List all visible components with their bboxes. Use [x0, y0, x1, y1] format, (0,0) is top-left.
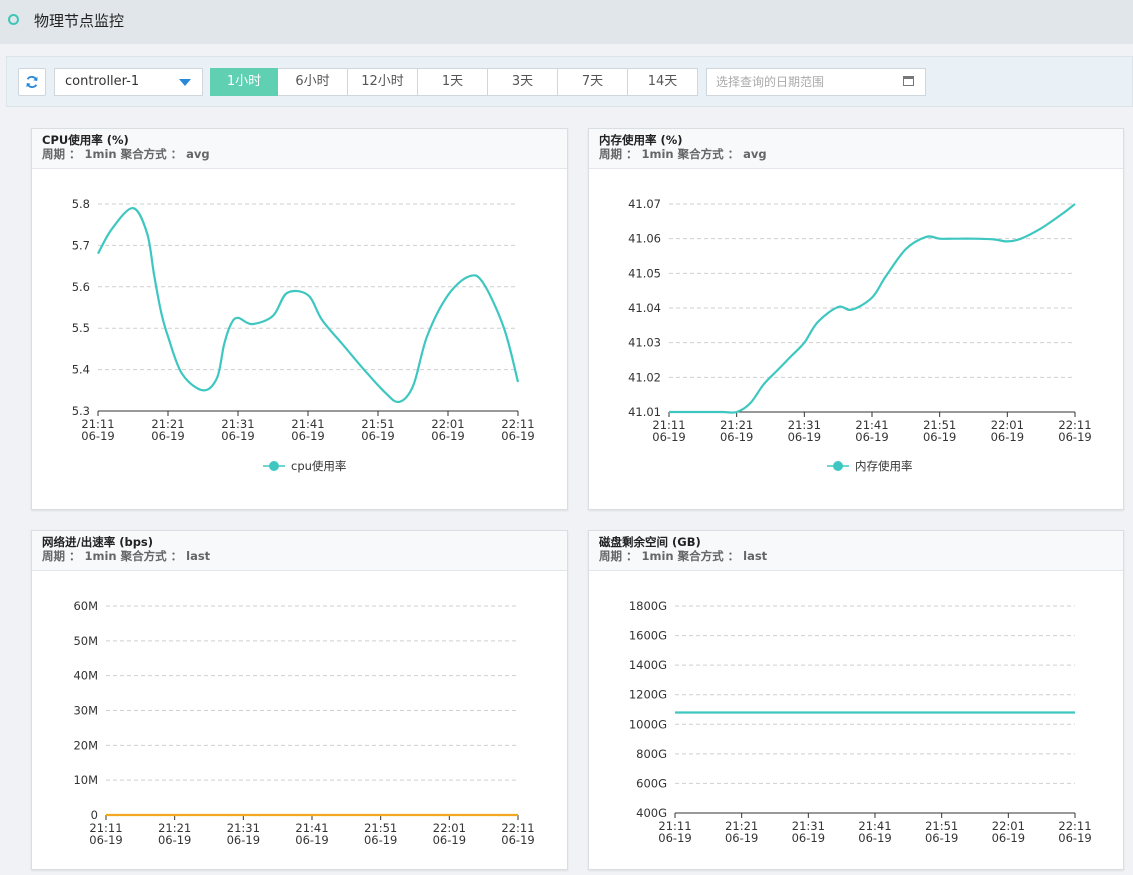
- y-tick-label: 1200G: [629, 688, 667, 702]
- y-tick-label: 10M: [73, 773, 98, 787]
- y-tick-label: 60M: [73, 599, 98, 613]
- y-tick-label: 41.06: [628, 232, 661, 246]
- calendar-icon[interactable]: [903, 76, 914, 86]
- x-tick-date: 06-19: [1058, 831, 1091, 845]
- cpu-usage-panel: CPU使用率 (%) 周期 ： 1min 聚合方式 ： avg 5.3 5.4 5.…: [31, 128, 568, 510]
- x-tick-date: 06-19: [433, 833, 466, 847]
- node-select-value: controller-1: [65, 74, 140, 89]
- y-tick-label: 5.3: [72, 404, 90, 418]
- legend-marker[interactable]: [269, 461, 279, 471]
- y-tick-label: 20M: [73, 738, 98, 752]
- y-tick-label: 1400G: [629, 658, 667, 672]
- chevron-down-icon: [179, 79, 191, 86]
- y-tick-label: 5.8: [72, 197, 90, 211]
- series-line: [97, 207, 520, 404]
- y-tick-label: 41.02: [628, 370, 661, 384]
- x-tick-date: 06-19: [501, 833, 534, 847]
- panel-title: 内存使用率 (%): [599, 133, 683, 147]
- x-tick-date: 06-19: [792, 831, 825, 845]
- x-tick-date: 06-19: [291, 429, 324, 443]
- page-title: 物理节点监控: [34, 12, 125, 30]
- cpu-usage-chart: 5.35.45.55.65.75.821:1106-1921:2106-1921…: [72, 197, 535, 473]
- x-tick-date: 06-19: [158, 833, 191, 847]
- y-tick-label: 5.7: [72, 238, 90, 252]
- filter-toolbar: controller-1 1小时 6小时 12小时 1天 3天 7天 14天 选…: [6, 56, 1133, 107]
- x-tick-date: 06-19: [923, 430, 956, 444]
- y-tick-label: 0: [91, 808, 98, 822]
- x-tick-date: 06-19: [658, 831, 691, 845]
- network-rate-chart: 010M20M30M40M50M60M21:1106-1921:2106-192…: [73, 599, 534, 847]
- date-range-placeholder: 选择查询的日期范围: [716, 75, 825, 89]
- x-tick-date: 06-19: [81, 429, 114, 443]
- legend-label[interactable]: 内存使用率: [855, 459, 913, 473]
- x-tick-date: 06-19: [788, 430, 821, 444]
- panel-title: CPU使用率 (%): [42, 133, 129, 147]
- legend-label[interactable]: cpu使用率: [291, 459, 346, 473]
- memory-usage-chart: 41.0141.0241.0341.0441.0541.0641.0721:11…: [628, 197, 1092, 473]
- panel-title: 磁盘剩余空间 (GB): [599, 535, 701, 549]
- x-tick-date: 06-19: [725, 831, 758, 845]
- y-tick-label: 41.07: [628, 197, 661, 211]
- y-tick-label: 1800G: [629, 599, 667, 613]
- legend-marker[interactable]: [833, 461, 843, 471]
- x-tick-date: 06-19: [501, 429, 534, 443]
- x-tick-date: 06-19: [364, 833, 397, 847]
- y-tick-label: 41.05: [628, 266, 661, 280]
- memory-usage-panel: 内存使用率 (%) 周期 ： 1min 聚合方式 ： avg 41.01 41.0…: [588, 128, 1124, 510]
- y-tick-label: 30M: [73, 704, 98, 718]
- refresh-button[interactable]: [18, 68, 46, 96]
- y-tick-label: 1000G: [629, 717, 667, 731]
- x-tick-date: 06-19: [431, 429, 464, 443]
- range-button-1d[interactable]: 1天: [418, 68, 488, 96]
- y-tick-label: 50M: [73, 634, 98, 648]
- range-button-3d[interactable]: 3天: [488, 68, 558, 96]
- y-tick-label: 5.4: [72, 363, 90, 377]
- y-tick-label: 400G: [636, 806, 667, 820]
- x-tick-date: 06-19: [858, 831, 891, 845]
- y-tick-label: 41.01: [628, 405, 661, 419]
- x-tick-date: 06-19: [151, 429, 184, 443]
- x-tick-date: 06-19: [652, 430, 685, 444]
- y-tick-label: 5.6: [72, 280, 90, 294]
- x-tick-date: 06-19: [1058, 430, 1091, 444]
- y-tick-label: 5.5: [72, 321, 90, 335]
- x-tick-date: 06-19: [361, 429, 394, 443]
- panel-title: 网络进/出速率 (bps): [42, 535, 154, 549]
- y-tick-label: 1600G: [629, 629, 667, 643]
- x-tick-date: 06-19: [720, 430, 753, 444]
- refresh-icon: [26, 76, 38, 88]
- y-tick-label: 800G: [636, 747, 667, 761]
- time-range-group: 1小时 6小时 12小时 1天 3天 7天 14天: [210, 68, 698, 96]
- x-tick-date: 06-19: [295, 833, 328, 847]
- page-header: 物理节点监控: [0, 0, 1133, 44]
- panel-subtitle: 周期 ： 1min 聚合方式 ： last: [599, 549, 768, 563]
- range-button-12h[interactable]: 12小时: [348, 68, 418, 96]
- x-tick-date: 06-19: [925, 831, 958, 845]
- panel-subtitle: 周期 ： 1min 聚合方式 ： last: [42, 549, 211, 563]
- x-tick-date: 06-19: [992, 831, 1025, 845]
- disk-free-panel: 磁盘剩余空间 (GB) 周期 ： 1min 聚合方式 ： last 400G 60…: [588, 530, 1124, 870]
- y-tick-label: 41.03: [628, 336, 661, 350]
- x-tick-date: 06-19: [855, 430, 888, 444]
- x-tick-date: 06-19: [227, 833, 260, 847]
- x-tick-date: 06-19: [89, 833, 122, 847]
- range-button-1h[interactable]: 1小时: [210, 68, 278, 96]
- date-range-input[interactable]: 选择查询的日期范围: [706, 68, 926, 96]
- range-button-7d[interactable]: 7天: [558, 68, 628, 96]
- x-tick-date: 06-19: [221, 429, 254, 443]
- network-rate-panel: 网络进/出速率 (bps) 周期 ： 1min 聚合方式 ： last 0 10M…: [31, 530, 568, 870]
- range-button-14d[interactable]: 14天: [628, 68, 698, 96]
- panel-subtitle: 周期 ： 1min 聚合方式 ： avg: [42, 147, 210, 161]
- range-button-6h[interactable]: 6小时: [278, 68, 348, 96]
- y-tick-label: 40M: [73, 669, 98, 683]
- disk-free-chart: 400G600G800G1000G1200G1400G1600G1800G21:…: [629, 599, 1092, 845]
- x-tick-date: 06-19: [991, 430, 1024, 444]
- y-tick-label: 600G: [636, 776, 667, 790]
- y-tick-label: 41.04: [628, 301, 661, 315]
- node-select[interactable]: controller-1: [54, 68, 203, 96]
- panel-subtitle: 周期 ： 1min 聚合方式 ： avg: [599, 147, 767, 161]
- status-circle-icon: [8, 14, 19, 25]
